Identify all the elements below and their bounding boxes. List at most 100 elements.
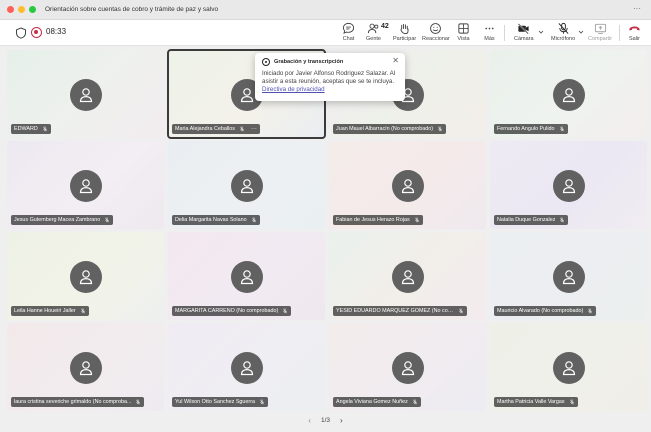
person-icon [240, 270, 253, 285]
meeting-timer: 08:33 [46, 27, 67, 36]
mic-off-icon [239, 126, 244, 132]
camera-options-chevron-down-icon[interactable] [538, 29, 544, 35]
participant-name: YESID EDUARDO MARQUEZ GOMEZ (No compr... [336, 308, 454, 314]
participant-name: Delia Margarita Navas Solano [175, 217, 247, 223]
participant-name: Martha Patricia Valle Vargas [497, 399, 565, 405]
chat-label: Chat [342, 36, 355, 42]
raise-hand-button[interactable]: Participar [393, 22, 416, 44]
toolbar-divider [619, 25, 620, 41]
participant-tile[interactable]: Yul Wilson Otto Sanchez Sguerra [168, 323, 325, 411]
close-window-button[interactable] [7, 6, 14, 13]
participant-name-tag: Fabian de Jesus Herazo Rojas [333, 215, 423, 225]
person-icon [79, 270, 92, 285]
avatar [391, 170, 424, 202]
grid-icon [458, 23, 469, 34]
participant-name-tag: Natalia Duque Gonzalez [494, 215, 569, 225]
participant-name-tag: Angela Viviana Gomez Nuñez [333, 397, 421, 407]
mic-off-icon [559, 126, 564, 132]
previous-page-button[interactable]: ‹ [308, 416, 311, 425]
avatar [69, 79, 102, 111]
participant-more-icon[interactable]: ··· [251, 126, 257, 132]
participant-name: Angela Viviana Gomez Nuñez [336, 399, 408, 405]
person-icon [562, 270, 575, 285]
participant-tile[interactable]: Fabian de Jesus Herazo Rojas [329, 141, 486, 229]
participant-tile[interactable]: YESID EDUARDO MARQUEZ GOMEZ (No compr... [329, 232, 486, 320]
participant-tile[interactable]: Angela Viviana Gomez Nuñez [329, 323, 486, 411]
participant-tile[interactable]: laura cristina severiche grimaldo (No co… [7, 323, 164, 411]
more-label: Más [484, 36, 495, 42]
avatar [391, 352, 424, 384]
shield-icon[interactable] [15, 27, 27, 39]
participant-tile[interactable]: Jesus Gutemberg Macea Zambrano [7, 141, 164, 229]
person-icon [240, 361, 253, 376]
participant-tile[interactable]: Leila Hanne Houeiri Jaller [7, 232, 164, 320]
window-more-button[interactable]: ··· [633, 4, 641, 13]
participant-count: 42 [381, 23, 389, 30]
mic-off-icon [283, 308, 288, 314]
camera-button[interactable]: Cámara [514, 22, 534, 44]
participant-name-tag: Mauricio Alvarado (No comprobado) [494, 306, 597, 316]
avatar [230, 261, 263, 293]
microphone-button[interactable]: Micrófono [551, 22, 575, 44]
microphone-label: Micrófono [551, 36, 576, 42]
participant-name-tag: Fernando Angulo Pulido [494, 124, 568, 134]
person-icon [79, 361, 92, 376]
mic-off-icon [136, 399, 141, 405]
privacy-policy-link[interactable]: Directiva de privacidad [262, 86, 325, 93]
microphone-options-chevron-down-icon[interactable] [578, 29, 584, 35]
raise-hand-icon [400, 23, 409, 35]
participant-name: Leila Hanne Houeiri Jaller [14, 308, 76, 314]
participant-name: Mauricio Alvarado (No comprobado) [497, 308, 584, 314]
participant-name-tag: Jesus Gutemberg Macea Zambrano [11, 215, 114, 225]
participant-tile[interactable]: MARGARITA CARREÑO (No comprobado) [168, 232, 325, 320]
participant-name: MARGARITA CARREÑO (No comprobado) [175, 308, 279, 314]
maximize-window-button[interactable] [29, 6, 36, 13]
mic-off-icon [438, 126, 443, 132]
participant-name-tag: Martha Patricia Valle Vargas [494, 397, 578, 407]
view-button[interactable]: Vista [457, 22, 470, 44]
mic-off-icon [588, 308, 593, 314]
participant-grid: EDWARD Maria Alejandra Ceballos ··· Juan Ma… [7, 49, 647, 411]
participant-tile[interactable]: Mauricio Alvarado (No comprobado) [490, 232, 647, 320]
participant-name: Yul Wilson Otto Sanchez Sguerra [175, 399, 256, 405]
participant-name-tag: Juan Mauel Albarracín (No comprobado) [333, 124, 447, 134]
people-label: Gente [366, 36, 381, 42]
participant-tile[interactable]: Delia Margarita Navas Solano [168, 141, 325, 229]
participant-tile[interactable]: Fernando Angulo Pulido [490, 50, 647, 138]
chat-button[interactable]: Chat [342, 22, 355, 44]
participant-name-tag: MARGARITA CARREÑO (No comprobado) [172, 306, 292, 316]
avatar [230, 170, 263, 202]
participant-tile[interactable]: EDWARD [7, 50, 164, 138]
next-page-button[interactable]: › [340, 416, 343, 425]
mic-off-icon [569, 399, 574, 405]
share-icon [594, 23, 606, 34]
meeting-toolbar: 08:33 Chat Gente 42 Participar Reacciona… [0, 20, 651, 46]
people-button[interactable]: Gente [366, 22, 381, 44]
avatar [552, 261, 585, 293]
person-icon [401, 361, 414, 376]
participant-tile[interactable]: Martha Patricia Valle Vargas [490, 323, 647, 411]
react-button[interactable]: Reaccionar [422, 22, 450, 44]
leave-button[interactable]: Salir [628, 22, 641, 44]
mic-off-icon [558, 22, 569, 34]
participant-name: EDWARD [14, 126, 38, 132]
participant-tile[interactable]: Natalia Duque Gonzalez [490, 141, 647, 229]
share-button[interactable]: Compartir [588, 22, 612, 44]
person-icon [79, 88, 92, 103]
avatar [391, 261, 424, 293]
avatar [552, 79, 585, 111]
participant-name: laura cristina severiche grimaldo (No co… [14, 399, 132, 405]
mic-off-icon [414, 217, 419, 223]
more-button[interactable]: Más [483, 22, 496, 44]
recording-icon [262, 58, 270, 66]
minimize-window-button[interactable] [18, 6, 25, 13]
toolbar-divider [504, 25, 505, 41]
popover-close-icon[interactable]: ✕ [392, 57, 399, 65]
popover-body: Iniciado por Javier Alfonso Rodriguez Sa… [262, 70, 398, 94]
window-title: Orientación sobre cuentas de cobro y trá… [45, 6, 219, 13]
participant-name: Jesus Gutemberg Macea Zambrano [14, 217, 101, 223]
avatar [230, 352, 263, 384]
mic-off-icon [560, 217, 565, 223]
recording-indicator-icon[interactable] [31, 27, 42, 38]
grid-pager: ‹ 1/3 › [0, 416, 651, 425]
